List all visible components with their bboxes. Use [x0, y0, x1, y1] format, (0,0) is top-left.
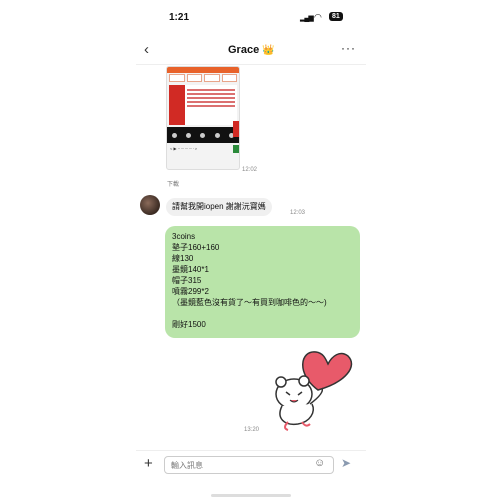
heart-shape: [302, 351, 353, 391]
status-bar: 1:21 ▂▄▆ ◠ 81: [136, 0, 366, 36]
message-composer: + ☺ ➤: [136, 450, 366, 481]
clock: 1:21: [169, 12, 190, 23]
crown-emoji: 👑: [262, 45, 275, 56]
back-chevron-icon[interactable]: ‹: [144, 41, 149, 58]
outgoing-message-bubble: 3coins 墊子160+160 線130 墨鏡140*1 帽子315 噴霧29…: [165, 226, 360, 338]
chat-header: ‹ Grace 👑 ···: [136, 38, 366, 65]
message-line: 帽子315: [172, 276, 202, 285]
message-line: 線130: [172, 254, 194, 263]
incoming-timestamp: 12:03: [290, 210, 306, 216]
send-icon[interactable]: ➤: [341, 456, 351, 470]
chat-title: Grace 👑: [228, 44, 275, 56]
message-line: （墨鏡藍色沒有貨了～有買到咖啡色的～～): [172, 298, 327, 307]
bear-heart-sticker[interactable]: [266, 342, 356, 432]
message-line: 剛好1500: [172, 320, 206, 329]
message-line: 墊子160+160: [172, 243, 220, 252]
sticker-timestamp: 13:20: [244, 427, 260, 433]
message-input[interactable]: [164, 456, 334, 474]
signal-icon: ▂▄▆: [300, 15, 314, 22]
bear-body: [279, 403, 314, 426]
home-indicator: [211, 494, 291, 497]
message-line: 3coins: [172, 232, 196, 241]
contact-name: Grace: [228, 44, 260, 56]
chat-screen: 1:21 ▂▄▆ ◠ 81 ‹ Grace 👑 ··· < ▶ ⋯⋯⋯⋯ > 1…: [136, 0, 366, 500]
contact-avatar[interactable]: [140, 195, 160, 215]
plus-icon[interactable]: +: [144, 455, 153, 472]
emoji-icon[interactable]: ☺: [314, 457, 325, 469]
message-line: 噴霧299*2: [172, 287, 209, 296]
shared-screenshot-image[interactable]: < ▶ ⋯⋯⋯⋯ >: [166, 66, 240, 170]
download-label[interactable]: 下載: [167, 179, 179, 188]
wifi-icon: ◠: [314, 12, 322, 22]
message-line: ​: [172, 308, 360, 319]
incoming-message-bubble: 請幫我開iopen 謝謝沅寶媽: [166, 198, 272, 216]
screenshot-timestamp: 12:02: [242, 167, 258, 173]
battery-badge: 81: [329, 12, 343, 21]
more-options-icon[interactable]: ···: [341, 41, 356, 55]
message-line: 墨鏡140*1: [172, 265, 209, 274]
